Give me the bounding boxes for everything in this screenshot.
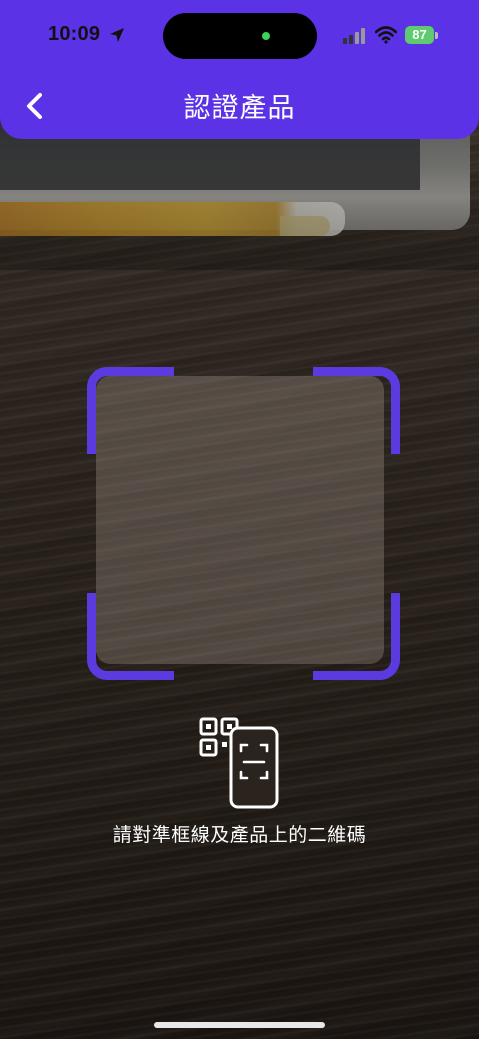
battery-icon: 87: [405, 26, 434, 44]
scan-frame-corner-top-left: [87, 367, 174, 454]
scan-frame-corner-bottom-right: [313, 593, 400, 680]
home-indicator[interactable]: [154, 1022, 325, 1028]
signal-icon: [343, 28, 365, 44]
page-title: 認證產品: [183, 93, 296, 124]
scan-instruction: 請對準框線及產品上的二維碼: [112, 824, 367, 846]
wifi-icon: [375, 26, 397, 44]
scan-frame-corner-bottom-left: [87, 593, 174, 680]
scan-frame-corner-top-right: [313, 367, 400, 454]
camera-indicator-dot: [262, 32, 270, 40]
location-arrow-icon: [110, 28, 124, 42]
dynamic-island: [163, 13, 317, 59]
status-bar: 10:09 87: [0, 0, 479, 70]
status-time: 10:09: [48, 23, 101, 45]
qr-phone-scan-icon: [199, 717, 279, 809]
